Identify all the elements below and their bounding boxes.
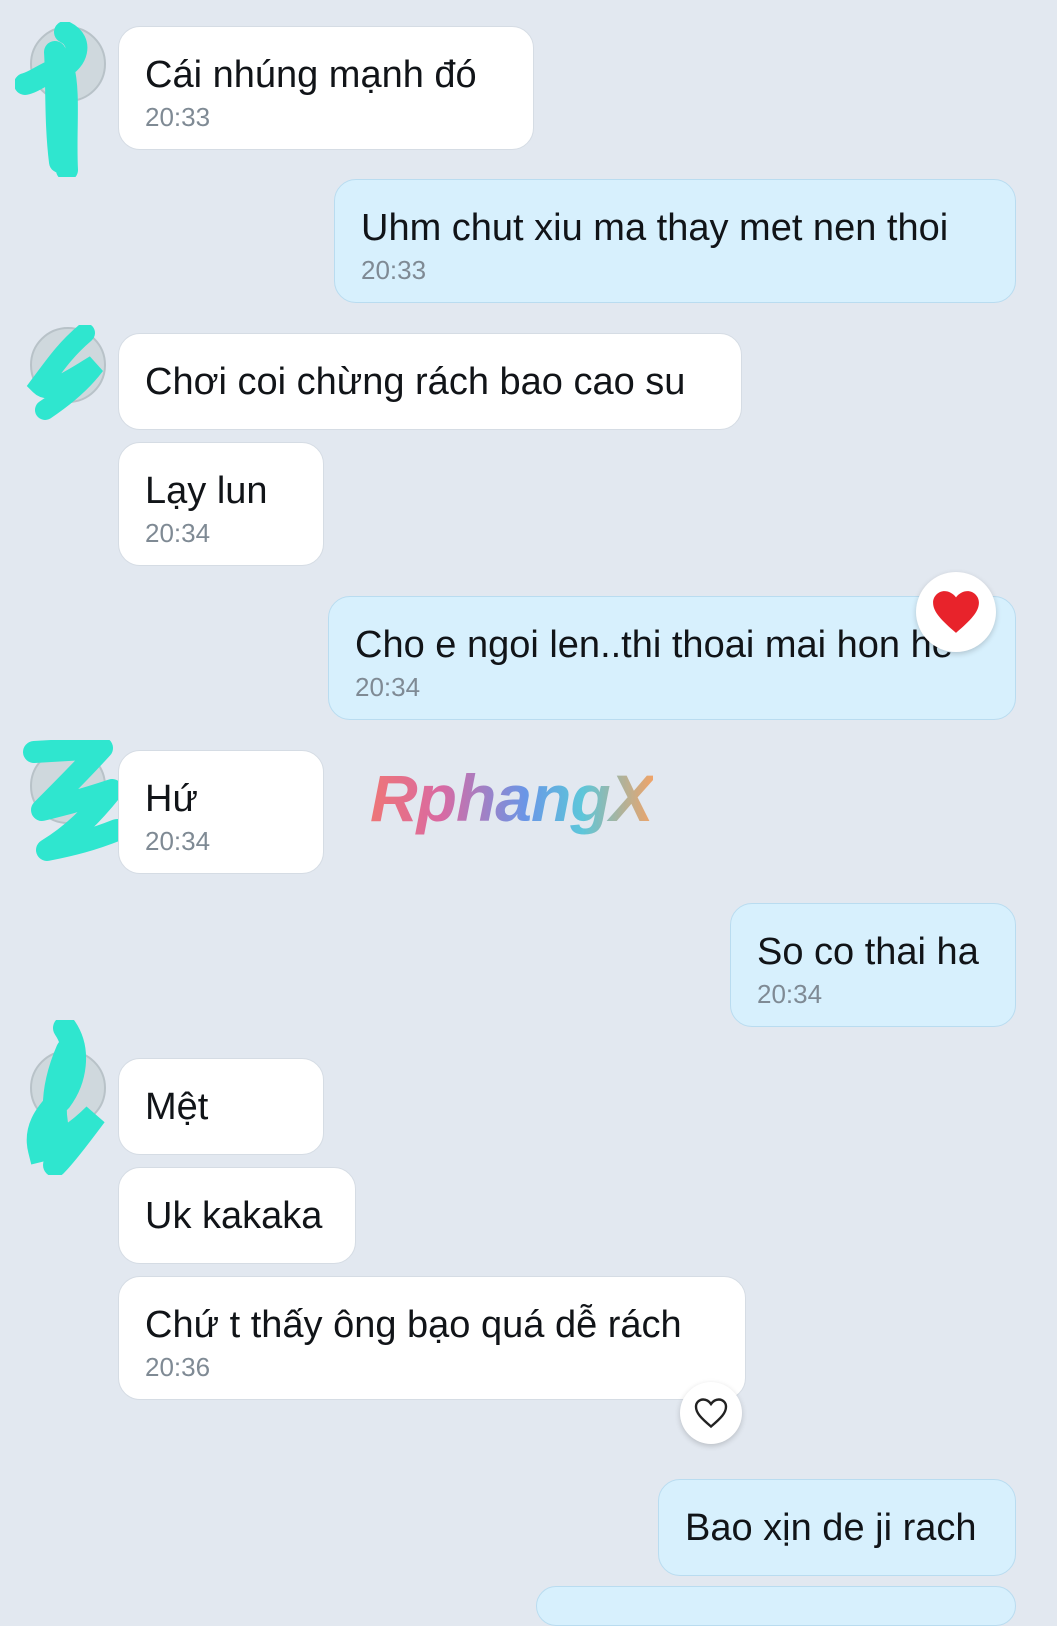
message-text: Cho e ngoi len..thi thoai mai hon he <box>355 624 953 666</box>
watermark-logo: RphangX <box>370 761 654 835</box>
message-time: 20:36 <box>145 1352 211 1382</box>
contact-avatar[interactable] <box>30 748 106 824</box>
message-bubble[interactable]: So co thai ha 20:34 <box>730 903 1016 1027</box>
message-text: Cái nhúng mạnh đó <box>145 54 477 96</box>
heart-outline-icon <box>694 1398 728 1429</box>
message-time: 20:33 <box>145 102 211 132</box>
message-bubble[interactable]: Uhm chut xiu ma thay met nen thoi 20:33 <box>334 179 1016 303</box>
heart-icon <box>933 591 979 633</box>
message-time: 20:34 <box>355 672 421 702</box>
message-bubble-partial[interactable] <box>536 1586 1016 1626</box>
message-time: 20:34 <box>757 979 823 1009</box>
message-text: Chơi coi chừng rách bao cao su <box>145 361 686 403</box>
contact-avatar[interactable] <box>30 327 106 403</box>
message-text: Lạy lun <box>145 470 268 512</box>
message-text: Uk kakaka <box>145 1195 323 1237</box>
message-bubble[interactable]: Cái nhúng mạnh đó 20:33 <box>118 26 534 150</box>
message-time: 20:34 <box>145 518 211 548</box>
message-text: Uhm chut xiu ma thay met nen thoi <box>361 207 949 249</box>
message-bubble[interactable]: Lạy lun 20:34 <box>118 442 324 566</box>
message-time: 20:33 <box>361 255 427 285</box>
message-text: So co thai ha <box>757 931 979 973</box>
message-bubble[interactable]: Uk kakaka <box>118 1167 356 1264</box>
message-text: Mệt <box>145 1086 209 1128</box>
reaction-heart-icon[interactable] <box>916 572 996 652</box>
reaction-heart-outline-icon[interactable] <box>680 1382 742 1444</box>
message-bubble[interactable]: Chứ t thấy ông bạo quá dễ rách 20:36 <box>118 1276 746 1400</box>
message-time: 20:34 <box>145 826 211 856</box>
contact-avatar[interactable] <box>30 26 106 102</box>
message-bubble[interactable]: Mệt <box>118 1058 324 1155</box>
message-text: Bao xịn de ji rach <box>685 1507 977 1549</box>
message-text: Chứ t thấy ông bạo quá dễ rách <box>145 1304 682 1346</box>
message-bubble[interactable]: Hứ 20:34 <box>118 750 324 874</box>
message-bubble[interactable]: Cho e ngoi len..thi thoai mai hon he 20:… <box>328 596 1016 720</box>
message-text: Hứ <box>145 778 198 820</box>
contact-avatar[interactable] <box>30 1050 106 1126</box>
message-bubble[interactable]: Bao xịn de ji rach <box>658 1479 1016 1576</box>
message-bubble[interactable]: Chơi coi chừng rách bao cao su <box>118 333 742 430</box>
